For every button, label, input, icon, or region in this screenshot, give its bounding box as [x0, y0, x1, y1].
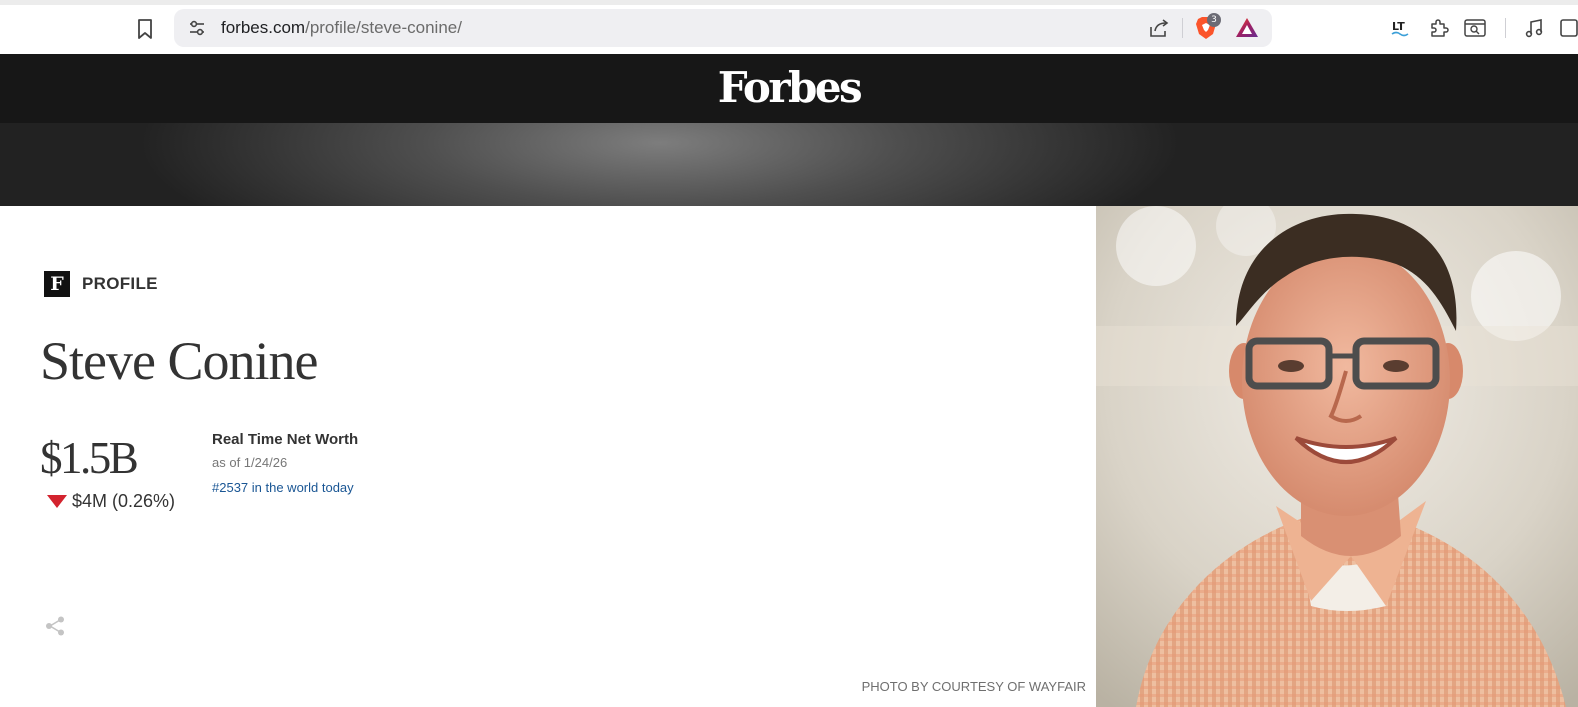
down-arrow-icon [47, 495, 67, 508]
net-worth-change: $4M (0.26%) [47, 491, 175, 512]
bookmark-button[interactable] [132, 14, 158, 44]
url-text[interactable]: forbes.com/profile/steve-conine/ [221, 18, 462, 38]
tab-strip-edge [0, 0, 1578, 5]
media-controls-button[interactable] [1521, 14, 1547, 42]
as-of-date: as of 1/24/26 [212, 455, 288, 470]
divider [1182, 18, 1183, 38]
forbes-f-icon: F [44, 271, 70, 297]
divider [1505, 18, 1506, 38]
site-info-button[interactable] [186, 18, 208, 38]
hero-banner [0, 123, 1578, 206]
svg-text:LT: LT [1392, 20, 1405, 33]
forbes-logo[interactable]: Forbes [0, 63, 1578, 112]
photo-credit: PHOTO BY COURTESY OF WAYFAIR [861, 679, 1086, 694]
real-time-label: Real Time Net Worth [212, 431, 359, 448]
languagetool-extension[interactable]: LT [1388, 14, 1414, 42]
tab-search-icon [1464, 19, 1486, 37]
shields-count-badge: 3 [1207, 13, 1221, 27]
share-page-button[interactable] [1147, 16, 1171, 40]
languagetool-icon: LT [1391, 20, 1409, 37]
music-icon [1525, 19, 1543, 38]
bookmark-icon [138, 19, 152, 39]
share-button[interactable] [43, 614, 67, 638]
extensions-button[interactable] [1426, 14, 1452, 42]
sidebar-button[interactable] [1556, 14, 1578, 42]
share-arrow-icon [1150, 19, 1169, 37]
share-icon [46, 616, 64, 636]
brave-rewards-button[interactable] [1234, 16, 1260, 40]
tune-icon [190, 20, 204, 36]
person-name: Steve Conine [40, 331, 318, 391]
world-rank-link[interactable]: #2537 in the world today [212, 480, 354, 495]
change-amount: $4M (0.26%) [72, 491, 176, 511]
profile-tag: F PROFILE [44, 271, 158, 297]
profile-label: PROFILE [82, 274, 158, 293]
portrait-image [1096, 206, 1578, 707]
address-bar[interactable]: forbes.com/profile/steve-conine/ 3 [174, 9, 1272, 47]
url-path: /profile/steve-conine/ [305, 18, 462, 37]
tab-search-button[interactable] [1462, 14, 1488, 42]
net-worth-value: $1.5B [40, 433, 139, 483]
browser-toolbar: forbes.com/profile/steve-conine/ 3 LT [0, 0, 1578, 54]
puzzle-icon [1431, 19, 1449, 37]
rewards-triangle-icon [1236, 18, 1258, 37]
site-header: Forbes [0, 54, 1578, 123]
profile-photo [1096, 206, 1578, 707]
url-domain: forbes.com [221, 18, 306, 37]
sidebar-icon [1560, 19, 1578, 37]
